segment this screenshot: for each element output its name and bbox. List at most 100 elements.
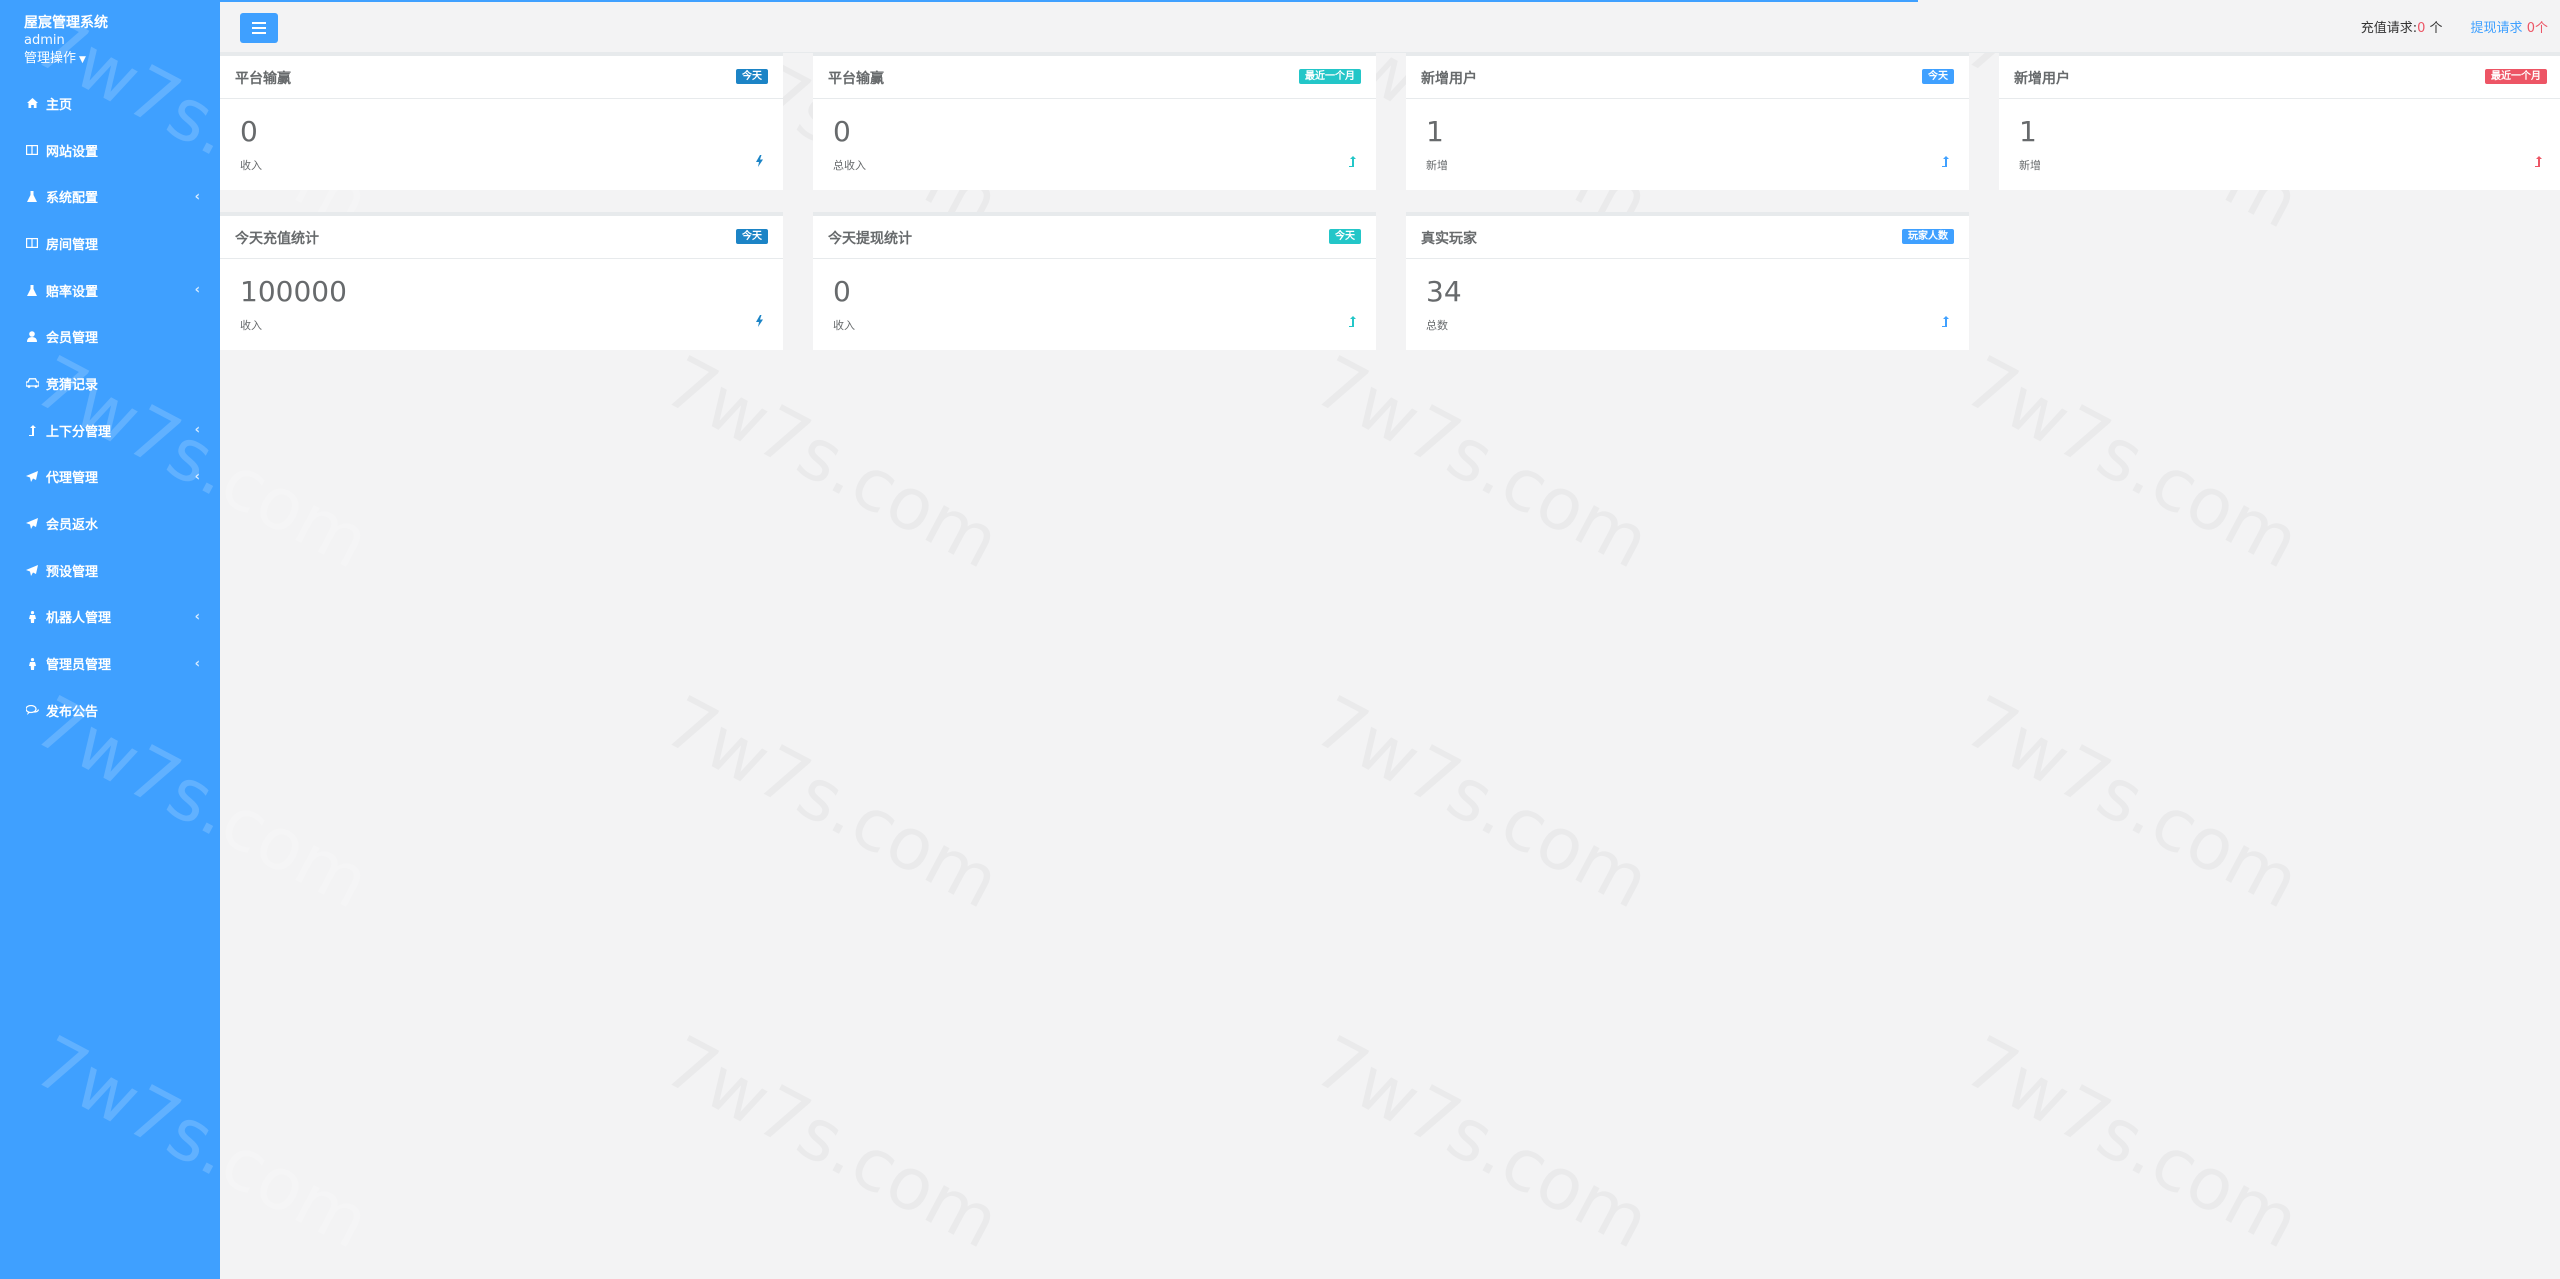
bolt-icon [756, 152, 763, 171]
level-up-icon [1941, 312, 1949, 331]
card-subtitle: 新增 [2019, 159, 2041, 172]
level-up-icon [1348, 312, 1356, 331]
sidebar-item-label: 系统配置 [46, 191, 99, 207]
level-up-icon [1348, 152, 1356, 171]
card-header: 平台输赢 今天 [220, 56, 783, 99]
stat-card: 平台输赢 最近一个月 0 总收入 [813, 52, 1376, 190]
watermark: 7w7s.com [1302, 679, 1663, 924]
period-badge: 今天 [1329, 229, 1361, 244]
period-badge: 今天 [736, 229, 768, 244]
level-up-icon [2534, 152, 2542, 171]
sidebar-item-7[interactable]: 上下分管理 ‹ [0, 407, 220, 454]
sidebar-item-label: 代理管理 [46, 471, 99, 487]
card-subtitle: 总数 [1426, 319, 1448, 332]
sidebar-item-10[interactable]: 预设管理 [0, 547, 220, 594]
watermark: 7w7s.com [1302, 339, 1663, 584]
card-header: 今天提现统计 今天 [813, 216, 1376, 259]
menu-toggle-button[interactable] [240, 13, 278, 43]
watermark: 7w7s.com [652, 1019, 1013, 1264]
topbar: 充值请求:0 个 提现请求 0个 [220, 0, 2560, 53]
admin-ops-dropdown[interactable]: 管理操作 ▼ [24, 50, 220, 69]
card-value: 0 [833, 115, 851, 148]
period-badge: 最近一个月 [1299, 69, 1361, 84]
caret-down-icon: ▼ [79, 55, 86, 65]
request-counters: 充值请求:0 个 提现请求 0个 [2361, 17, 2560, 36]
bars-icon [252, 22, 266, 34]
card-title: 新增用户 [2014, 71, 2070, 87]
person-icon [24, 610, 40, 623]
comments-icon [24, 704, 40, 716]
sidebar-item-9[interactable]: 会员返水 [0, 500, 220, 547]
sidebar-item-8[interactable]: 代理管理 ‹ [0, 454, 220, 501]
sidebar-item-5[interactable]: 会员管理 [0, 313, 220, 360]
watermark: 7w7s.com [652, 679, 1013, 924]
sidebar-item-label: 预设管理 [46, 564, 99, 580]
sidebar-item-label: 会员管理 [46, 331, 99, 347]
card-header: 平台输赢 最近一个月 [813, 56, 1376, 99]
sidebar-item-13[interactable]: 发布公告 [0, 687, 220, 734]
card-header: 真实玩家 玩家人数 [1406, 216, 1969, 259]
home-icon [24, 98, 40, 109]
recharge-request-link[interactable]: 充值请求:0 个 [2361, 21, 2443, 36]
card-title: 今天提现统计 [828, 231, 912, 247]
user-icon [24, 331, 40, 343]
period-badge: 玩家人数 [1902, 229, 1954, 244]
chevron-left-icon: ‹ [194, 609, 200, 625]
columns-icon [24, 238, 40, 249]
stat-card: 平台输赢 今天 0 收入 [220, 52, 783, 190]
loading-progress-bar [220, 0, 1918, 2]
card-value: 34 [1426, 275, 1462, 308]
card-value: 1 [2019, 115, 2037, 148]
level-up-icon [24, 424, 40, 436]
stat-card: 新增用户 最近一个月 1 新增 [1999, 52, 2560, 190]
columns-icon [24, 145, 40, 156]
sidebar-item-6[interactable]: 竞猜记录 [0, 360, 220, 407]
chevron-left-icon: ‹ [194, 189, 200, 205]
stat-card: 今天充值统计 今天 100000 收入 [220, 212, 783, 350]
watermark: 7w7s.com [1302, 1019, 1663, 1264]
card-subtitle: 收入 [240, 319, 262, 332]
card-subtitle: 收入 [240, 159, 262, 172]
watermark: 7w7s.com [1952, 339, 2313, 584]
card-subtitle: 收入 [833, 319, 855, 332]
stat-card: 新增用户 今天 1 新增 [1406, 52, 1969, 190]
sidebar-item-label: 管理员管理 [46, 658, 112, 674]
sidebar-item-11[interactable]: 机器人管理 ‹ [0, 594, 220, 641]
username: admin [24, 33, 65, 48]
sidebar-item-12[interactable]: 管理员管理 ‹ [0, 640, 220, 687]
paper-plane-icon [24, 564, 40, 576]
period-badge: 最近一个月 [2485, 69, 2547, 84]
sidebar: 7w7s.com 7w7s.com 7w7s.com 7w7s.com 屋宸管理… [0, 0, 383, 1279]
card-subtitle: 总收入 [833, 159, 866, 172]
sidebar-item-0[interactable]: 主页 [0, 80, 220, 127]
sidebar-item-label: 主页 [46, 97, 73, 113]
sidebar-item-3[interactable]: 房间管理 [0, 220, 220, 267]
sidebar-item-label: 机器人管理 [46, 611, 112, 627]
card-title: 新增用户 [1421, 71, 1477, 87]
card-header: 今天充值统计 今天 [220, 216, 783, 259]
card-title: 平台输赢 [235, 71, 291, 87]
flask-icon [24, 191, 40, 203]
sidebar-item-label: 竞猜记录 [46, 377, 99, 393]
sidebar-item-4[interactable]: 赔率设置 ‹ [0, 267, 220, 314]
sidebar-item-label: 网站设置 [46, 144, 99, 160]
withdraw-label: 提现请求 [2470, 21, 2523, 36]
person-icon [24, 657, 40, 670]
period-badge: 今天 [1922, 69, 1954, 84]
sidebar-item-1[interactable]: 网站设置 [0, 127, 220, 174]
withdraw-count: 0 [2526, 21, 2535, 36]
app-title: 屋宸管理系统 [24, 15, 108, 31]
sidebar-item-label: 上下分管理 [46, 424, 112, 440]
watermark: 7w7s.com [1952, 1019, 2313, 1264]
sidebar-item-2[interactable]: 系统配置 ‹ [0, 173, 220, 220]
withdraw-request-link[interactable]: 提现请求 0个 [2471, 21, 2548, 36]
stat-card: 今天提现统计 今天 0 收入 [813, 212, 1376, 350]
card-value: 1 [1426, 115, 1444, 148]
bolt-icon [756, 312, 763, 331]
sidebar-item-label: 房间管理 [46, 237, 99, 253]
paper-plane-icon [24, 471, 40, 483]
admin-ops-label: 管理操作 [24, 51, 77, 66]
recharge-label: 充值请求: [2360, 21, 2418, 36]
watermark: 7w7s.com [21, 1019, 384, 1265]
car-icon [24, 378, 40, 389]
